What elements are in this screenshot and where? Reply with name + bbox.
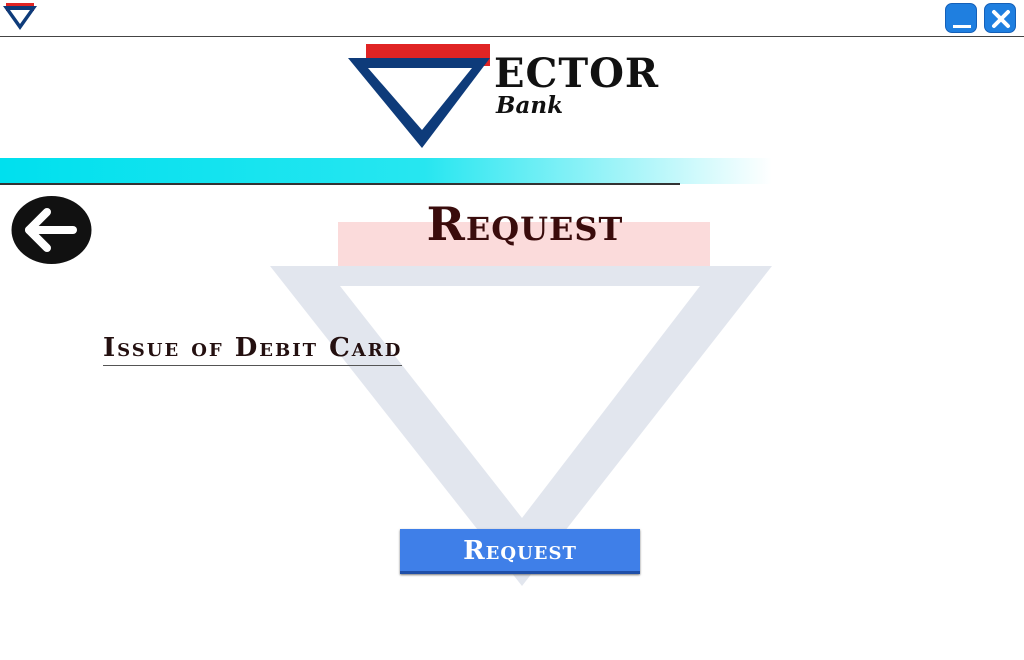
minimize-button[interactable] — [945, 3, 977, 33]
page-title: Request — [426, 197, 624, 251]
back-button[interactable] — [11, 195, 92, 265]
brand-name: ECTOR — [494, 50, 660, 97]
brand-logo: ECTOR Bank — [348, 42, 668, 152]
close-icon — [992, 10, 1010, 28]
close-button[interactable] — [984, 3, 1016, 33]
header-band — [0, 158, 772, 184]
header-divider — [0, 183, 680, 185]
brand-subtitle: Bank — [496, 92, 564, 119]
request-type-heading: Issue of Debit Card — [103, 332, 403, 366]
minimize-icon — [953, 25, 971, 28]
request-button[interactable]: Request — [400, 529, 640, 574]
title-bar — [0, 0, 1024, 37]
brand-logo-mark — [348, 44, 490, 148]
vector-logo-icon — [3, 3, 37, 30]
